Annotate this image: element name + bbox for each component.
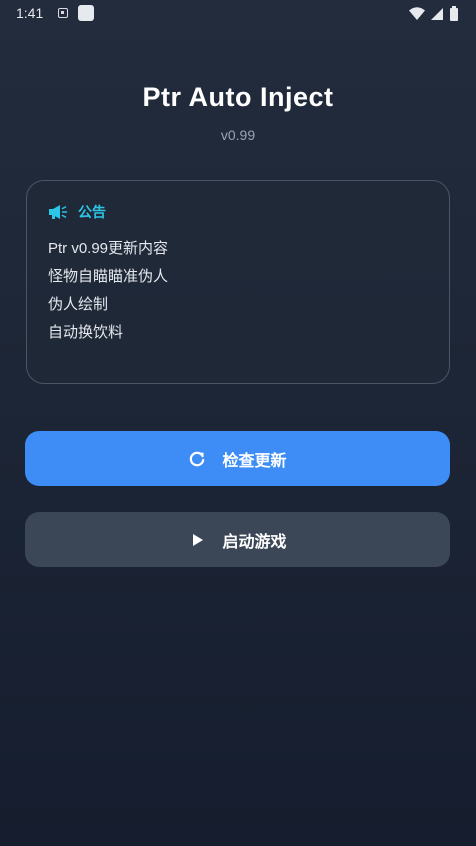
notice-line: 怪物自瞄瞄准伪人 <box>48 268 169 285</box>
play-icon <box>188 531 206 549</box>
notification-icon <box>58 8 68 18</box>
battery-icon <box>450 6 458 21</box>
megaphone-icon <box>48 204 68 220</box>
launch-game-button[interactable]: 启动游戏 <box>25 512 450 567</box>
launch-game-label: 启动游戏 <box>222 533 287 551</box>
app-version: v0.99 <box>220 127 256 143</box>
app-notification-icon <box>78 5 94 21</box>
app-title: Ptr Auto Inject <box>142 82 334 112</box>
notice-card: 公告 Ptr v0.99更新内容 怪物自瞄瞄准伪人 伪人绘制 自动换饮料 <box>26 180 450 384</box>
notice-line: Ptr v0.99更新内容 <box>48 240 169 257</box>
status-time: 1:41 <box>16 5 44 21</box>
notice-header: 公告 <box>48 202 106 222</box>
notice-body: Ptr v0.99更新内容 怪物自瞄瞄准伪人 伪人绘制 自动换饮料 <box>48 235 168 347</box>
cellular-signal-icon <box>431 8 443 20</box>
notice-line: 自动换饮料 <box>48 324 124 341</box>
check-update-label: 检查更新 <box>222 452 287 470</box>
check-update-button[interactable]: 检查更新 <box>25 431 450 486</box>
refresh-icon <box>188 450 206 468</box>
notice-title: 公告 <box>78 204 106 220</box>
status-icons <box>408 5 464 23</box>
wifi-icon <box>409 7 425 20</box>
status-bar: 1:41 <box>0 0 476 28</box>
notice-line: 伪人绘制 <box>48 296 109 313</box>
